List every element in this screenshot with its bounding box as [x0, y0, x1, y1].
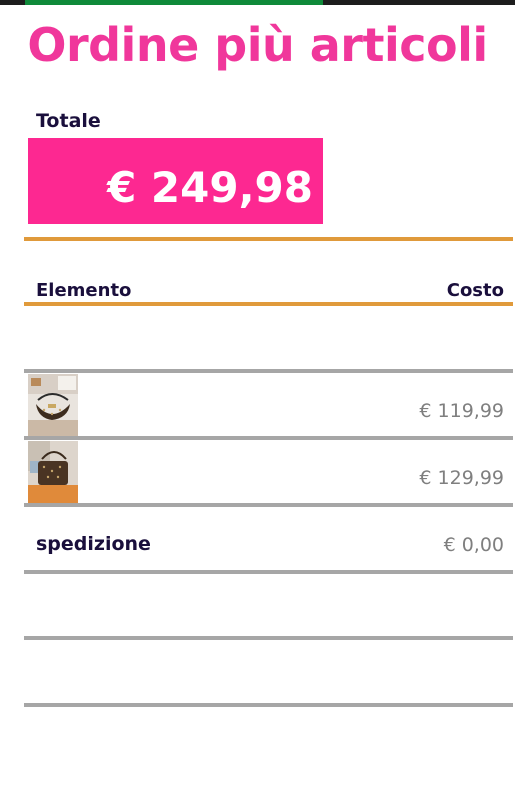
- item-thumbnail[interactable]: [28, 374, 78, 436]
- row-divider: [24, 636, 513, 640]
- total-value: € 249,98: [107, 163, 313, 212]
- divider-header: [24, 302, 513, 306]
- row-divider: [24, 436, 513, 440]
- handbag-photo: [28, 374, 78, 436]
- page-title: Ordine più articoli: [27, 18, 488, 72]
- item-cost: € 119,99: [419, 400, 504, 422]
- total-label: Totale: [36, 110, 101, 132]
- total-box: € 249,98: [28, 138, 323, 224]
- row-divider: [24, 703, 513, 707]
- order-summary-page: Ordine più articoli Totale € 249,98 Elem…: [0, 0, 515, 800]
- row-divider: [24, 369, 513, 373]
- shipping-cost: € 0,00: [443, 534, 504, 556]
- header-item: Elemento: [36, 280, 132, 301]
- row-divider: [24, 570, 513, 574]
- item-cost: € 129,99: [419, 467, 504, 489]
- header-cost: Costo: [446, 280, 504, 301]
- shipping-label: spedizione: [36, 533, 151, 555]
- handbag-photo: [28, 441, 78, 503]
- top-bar-accent: [25, 0, 323, 5]
- divider-total: [24, 237, 513, 241]
- item-thumbnail[interactable]: [28, 441, 78, 503]
- row-divider: [24, 503, 513, 507]
